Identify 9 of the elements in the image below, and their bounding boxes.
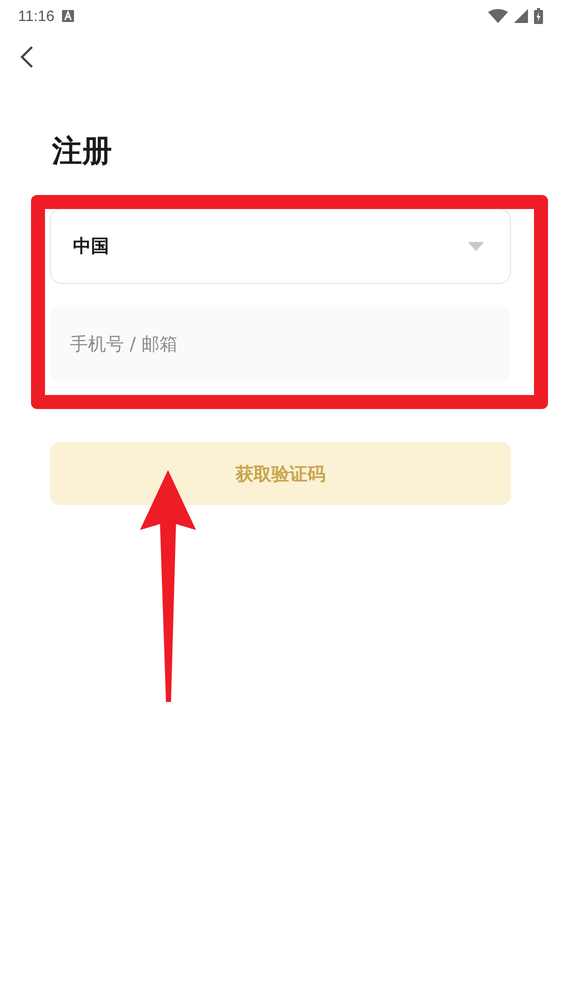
account-field[interactable]: 手机号 / 邮箱 — [50, 305, 511, 383]
signal-icon — [514, 9, 528, 23]
clock-text: 11:16 — [18, 8, 54, 24]
country-select[interactable]: 中国 — [50, 208, 511, 284]
notification-icon — [62, 10, 74, 22]
page-title: 注册 — [52, 133, 113, 171]
battery-icon — [534, 8, 543, 24]
wifi-icon — [488, 9, 508, 23]
dropdown-caret-icon — [468, 242, 484, 250]
